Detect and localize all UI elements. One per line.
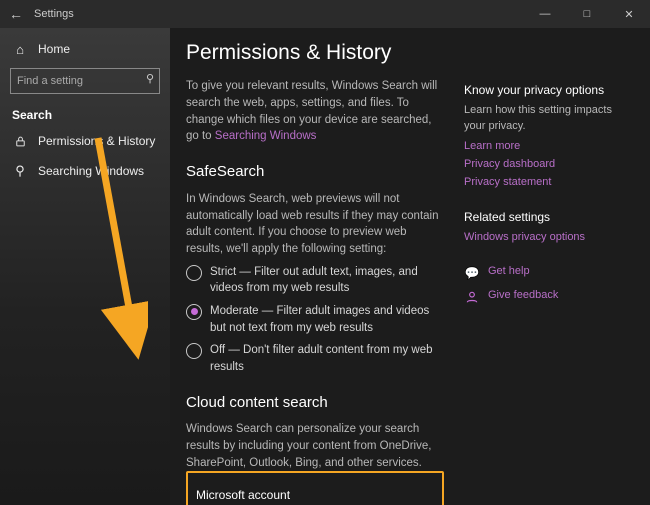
search-windows-icon: ⚲ xyxy=(12,163,28,179)
radio-icon xyxy=(186,265,202,281)
sidebar: ⌂ Home ⚲ Search Permissions & History ⚲ … xyxy=(0,28,170,505)
aside: Know your privacy options Learn how this… xyxy=(464,38,634,485)
learn-more-link[interactable]: Learn more xyxy=(464,139,634,155)
ms-account-head: Microsoft account xyxy=(196,487,434,504)
page-title: Permissions & History xyxy=(186,38,444,68)
sidebar-item-label: Searching Windows xyxy=(38,164,144,178)
feedback-icon xyxy=(464,289,480,305)
help-icon: 💬 xyxy=(464,265,480,281)
close-button[interactable]: ✕ xyxy=(608,0,650,28)
maximize-button[interactable]: □ xyxy=(566,0,608,28)
sidebar-section-header: Search xyxy=(0,100,170,126)
sidebar-item-searching[interactable]: ⚲ Searching Windows xyxy=(0,156,170,186)
home-icon: ⌂ xyxy=(12,41,28,57)
cloud-desc: Windows Search can personalize your sear… xyxy=(186,421,444,471)
sidebar-home[interactable]: ⌂ Home xyxy=(0,34,170,64)
give-feedback-label: Give feedback xyxy=(488,288,558,304)
permissions-icon xyxy=(12,133,28,149)
minimize-button[interactable]: ― xyxy=(524,0,566,28)
safesearch-option-strict[interactable]: Strict — Filter out adult text, images, … xyxy=(186,264,444,297)
window-title: Settings xyxy=(32,8,524,20)
searching-windows-link[interactable]: Searching Windows xyxy=(215,130,317,142)
highlight-microsoft-account: Microsoft account Allow Windows Search t… xyxy=(186,471,444,505)
privacy-head: Know your privacy options xyxy=(464,82,634,99)
sidebar-home-label: Home xyxy=(38,42,70,56)
get-help-label: Get help xyxy=(488,264,530,280)
radio-icon xyxy=(186,304,202,320)
titlebar: ← Settings ― □ ✕ xyxy=(0,0,650,28)
sidebar-item-permissions[interactable]: Permissions & History xyxy=(0,126,170,156)
back-button[interactable]: ← xyxy=(0,6,32,22)
radio-label: Moderate — Filter adult images and video… xyxy=(210,303,444,336)
radio-label: Off — Don't filter adult content from my… xyxy=(210,342,444,375)
get-help[interactable]: 💬 Get help xyxy=(464,264,634,282)
cloud-heading: Cloud content search xyxy=(186,392,444,414)
main-content: Permissions & History To give you releva… xyxy=(186,38,444,485)
windows-privacy-options-link[interactable]: Windows privacy options xyxy=(464,230,634,246)
safesearch-heading: SafeSearch xyxy=(186,161,444,183)
sidebar-item-label: Permissions & History xyxy=(38,134,155,148)
search-input[interactable] xyxy=(10,68,160,94)
safesearch-option-moderate[interactable]: Moderate — Filter adult images and video… xyxy=(186,303,444,336)
give-feedback[interactable]: Give feedback xyxy=(464,288,634,306)
radio-icon xyxy=(186,343,202,359)
page-intro: To give you relevant results, Windows Se… xyxy=(186,78,444,145)
radio-label: Strict — Filter out adult text, images, … xyxy=(210,264,444,297)
privacy-dashboard-link[interactable]: Privacy dashboard xyxy=(464,157,634,173)
privacy-text: Learn how this setting impacts your priv… xyxy=(464,103,634,135)
related-head: Related settings xyxy=(464,209,634,226)
safesearch-desc: In Windows Search, web previews will not… xyxy=(186,191,444,258)
safesearch-option-off[interactable]: Off — Don't filter adult content from my… xyxy=(186,342,444,375)
privacy-statement-link[interactable]: Privacy statement xyxy=(464,175,634,191)
